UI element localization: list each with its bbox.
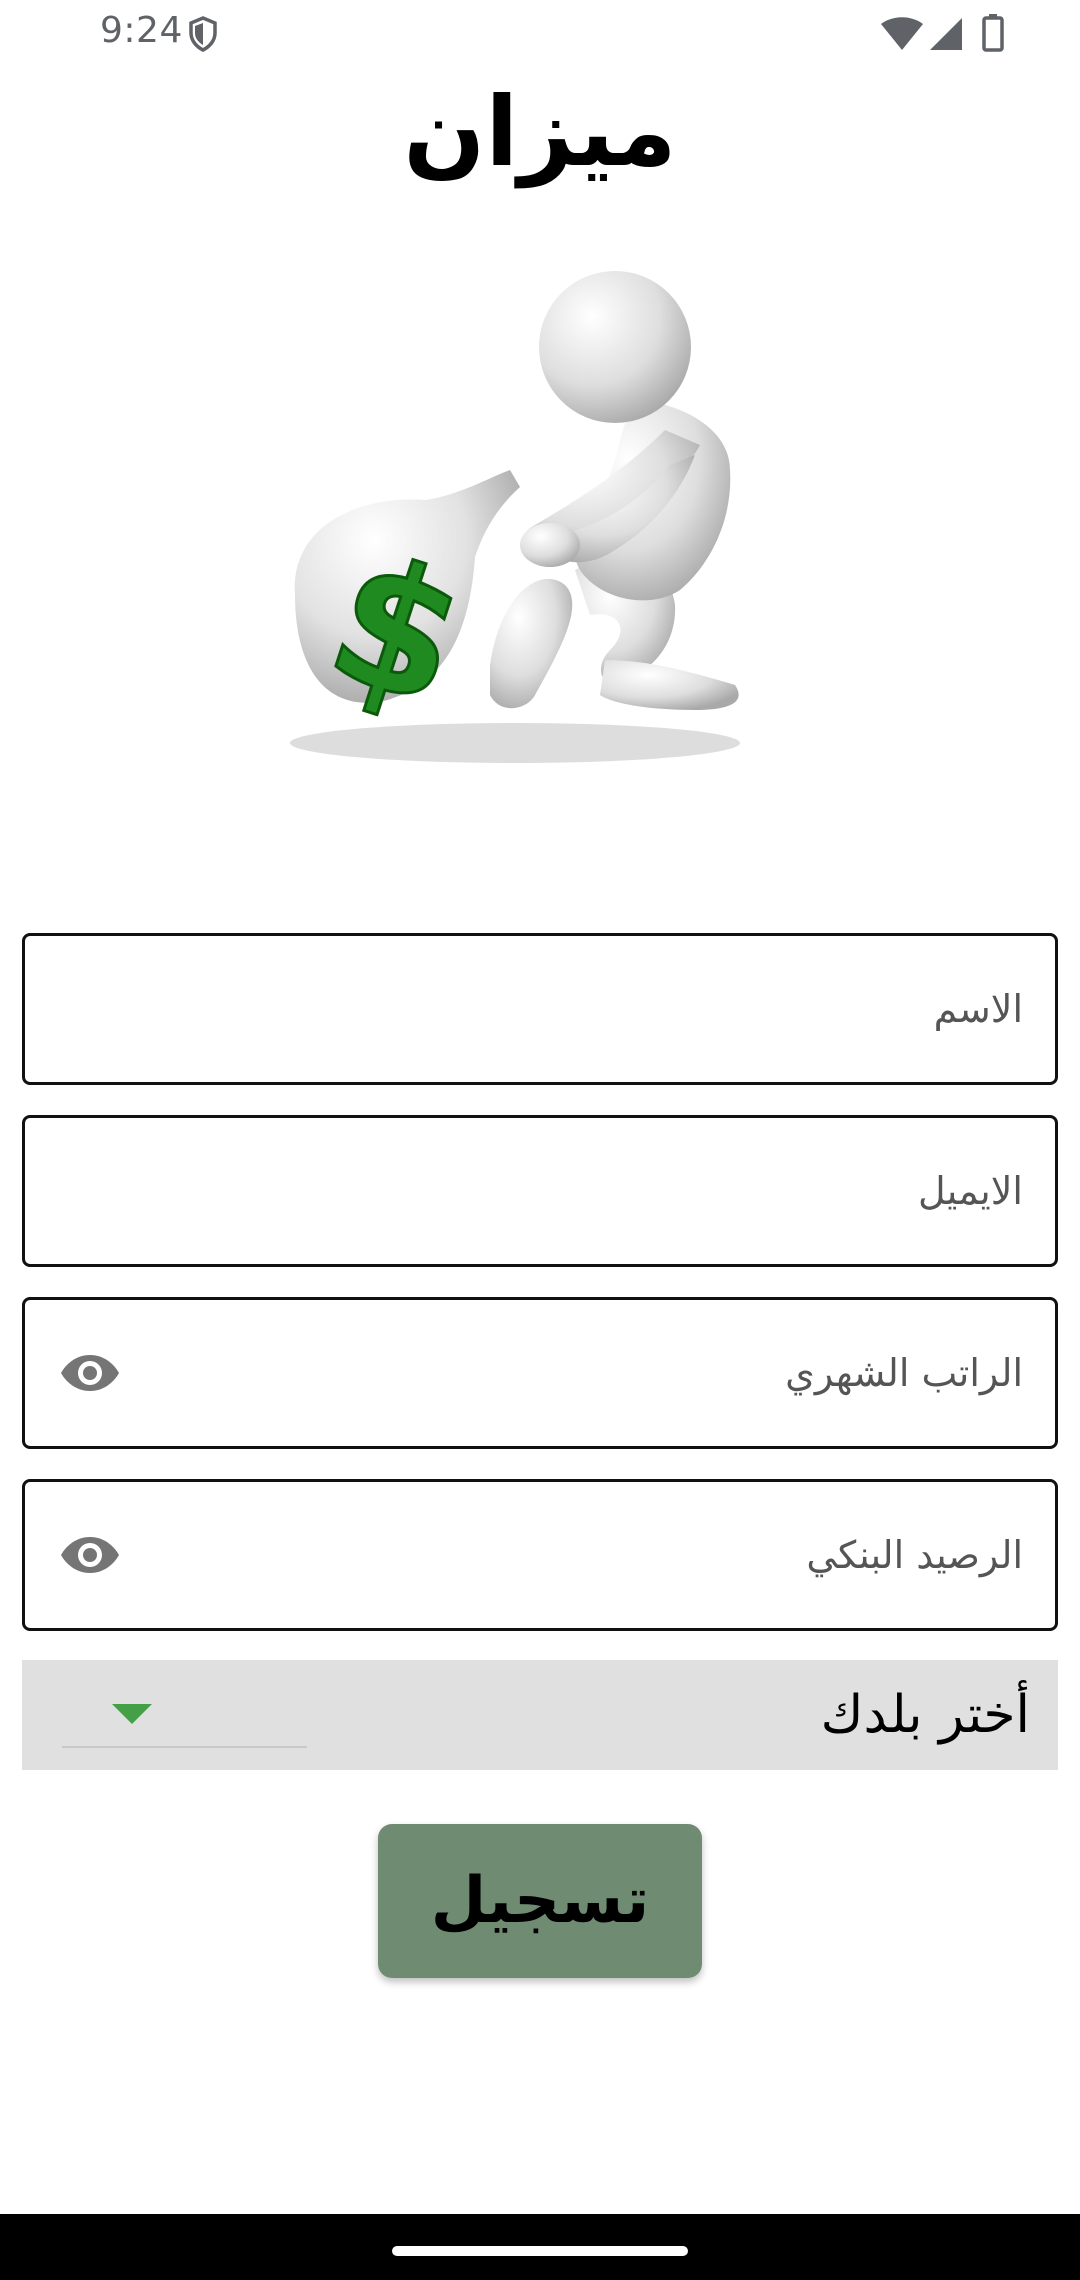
bank-balance-placeholder: الرصيد البنكي bbox=[806, 1533, 1023, 1577]
money-bag-illustration: $ bbox=[290, 271, 740, 763]
email-field[interactable]: الايميل bbox=[22, 1115, 1058, 1267]
app-title: ميزان bbox=[403, 76, 677, 188]
battery-icon bbox=[982, 14, 1004, 52]
name-field[interactable]: الاسم bbox=[22, 933, 1058, 1085]
salary-placeholder: الراتب الشهري bbox=[785, 1351, 1023, 1395]
visibility-toggle-icon[interactable] bbox=[59, 1533, 121, 1577]
email-placeholder: الايميل bbox=[917, 1169, 1023, 1213]
register-button[interactable]: تسجيل bbox=[378, 1824, 702, 1978]
register-screen: 9:24 ميزان $ الاسم الايميل الراتب الشهري… bbox=[0, 0, 1080, 2280]
visibility-toggle-icon[interactable] bbox=[59, 1351, 121, 1395]
salary-field[interactable]: الراتب الشهري bbox=[22, 1297, 1058, 1449]
country-label: أختر بلدك bbox=[820, 1685, 1030, 1745]
register-label: تسجيل bbox=[430, 1864, 650, 1938]
signal-icon bbox=[930, 18, 962, 50]
home-gesture-handle[interactable] bbox=[392, 2246, 688, 2256]
navigation-bar bbox=[0, 2214, 1080, 2280]
name-placeholder: الاسم bbox=[933, 987, 1023, 1031]
bank-balance-field[interactable]: الرصيد البنكي bbox=[22, 1479, 1058, 1631]
country-dropdown[interactable] bbox=[62, 1690, 307, 1748]
shield-icon bbox=[189, 16, 217, 52]
country-select[interactable]: أختر بلدك bbox=[22, 1660, 1058, 1770]
dropdown-arrow-icon bbox=[112, 1704, 152, 1724]
wifi-icon bbox=[881, 17, 923, 50]
status-time: 9:24 bbox=[100, 10, 183, 51]
status-bar: 9:24 bbox=[0, 0, 1080, 66]
